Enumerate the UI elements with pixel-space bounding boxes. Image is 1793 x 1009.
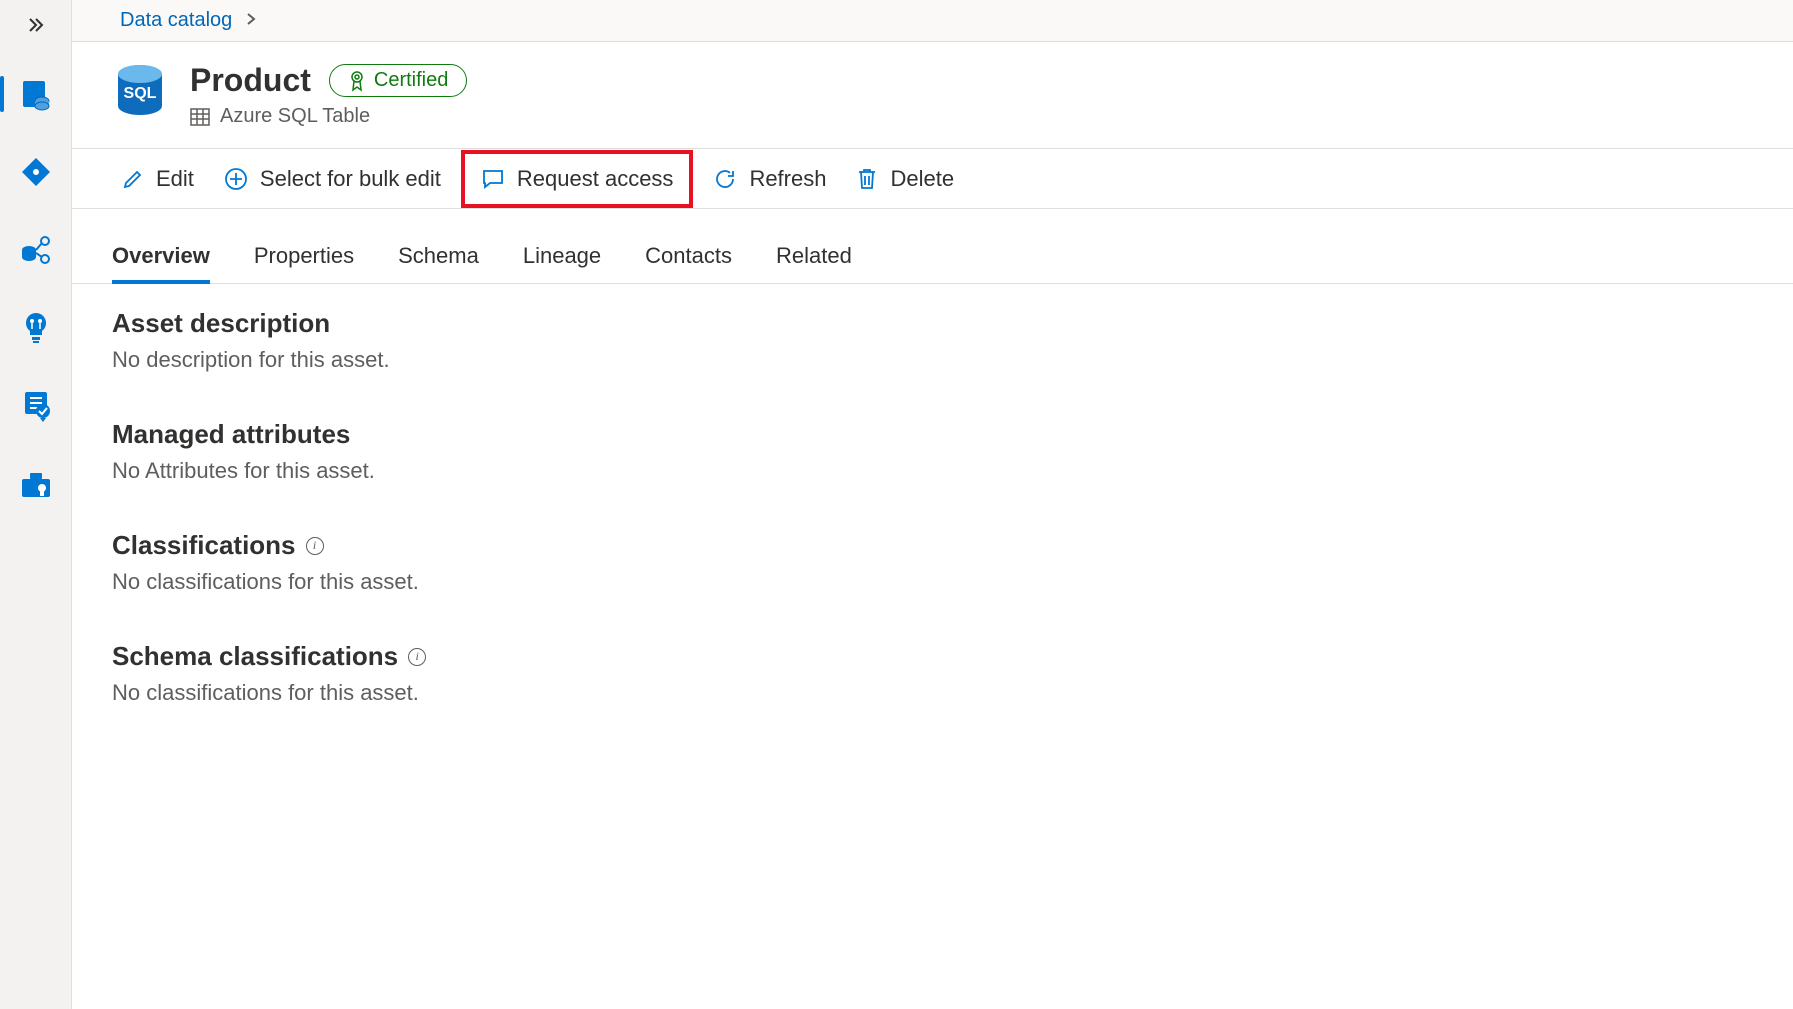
- request-access-button[interactable]: Request access: [471, 156, 684, 202]
- left-nav-rail: [0, 0, 72, 1009]
- tab-related[interactable]: Related: [776, 229, 852, 283]
- nav-management[interactable]: [12, 460, 60, 508]
- tab-properties[interactable]: Properties: [254, 229, 354, 283]
- select-bulk-edit-button[interactable]: Select for bulk edit: [214, 156, 451, 202]
- section-heading: Asset description: [112, 308, 1753, 339]
- asset-type-icon: SQL: [112, 62, 168, 118]
- section-heading: Schema classifications i: [112, 641, 1753, 672]
- nav-insights[interactable]: [12, 304, 60, 352]
- sources-icon: [19, 155, 53, 189]
- chevron-double-right-icon: [26, 15, 46, 35]
- section-heading: Managed attributes: [112, 419, 1753, 450]
- management-icon: [20, 469, 52, 499]
- breadcrumb: Data catalog: [72, 0, 1793, 42]
- request-access-highlight: Request access: [461, 150, 694, 208]
- info-icon[interactable]: i: [306, 537, 324, 555]
- section-body: No classifications for this asset.: [112, 680, 1753, 706]
- section-managed-attributes: Managed attributes No Attributes for thi…: [112, 419, 1753, 484]
- delete-button[interactable]: Delete: [846, 156, 964, 202]
- info-icon[interactable]: i: [408, 648, 426, 666]
- nav-sources[interactable]: [12, 148, 60, 196]
- table-icon: [190, 108, 210, 126]
- section-body: No Attributes for this asset.: [112, 458, 1753, 484]
- tab-overview[interactable]: Overview: [112, 229, 210, 283]
- tab-schema[interactable]: Schema: [398, 229, 479, 283]
- edit-button[interactable]: Edit: [112, 156, 204, 202]
- expand-rail-button[interactable]: [12, 10, 60, 40]
- pencil-icon: [122, 168, 144, 190]
- tab-lineage[interactable]: Lineage: [523, 229, 601, 283]
- chevron-right-icon: [244, 9, 258, 32]
- map-icon: [19, 233, 53, 267]
- insights-icon: [21, 311, 51, 345]
- command-toolbar: Edit Select for bulk edit Request access…: [72, 149, 1793, 209]
- policy-icon: [21, 389, 51, 423]
- tab-contacts[interactable]: Contacts: [645, 229, 732, 283]
- comment-icon: [481, 167, 505, 191]
- section-body: No classifications for this asset.: [112, 569, 1753, 595]
- detail-tabs: Overview Properties Schema Lineage Conta…: [72, 229, 1793, 284]
- section-body: No description for this asset.: [112, 347, 1753, 373]
- asset-subtype: Azure SQL Table: [220, 105, 370, 128]
- refresh-button[interactable]: Refresh: [703, 156, 836, 202]
- certified-badge-label: Certified: [374, 69, 448, 92]
- svg-text:SQL: SQL: [124, 85, 157, 102]
- trash-icon: [856, 167, 878, 191]
- plus-circle-icon: [224, 167, 248, 191]
- nav-policy[interactable]: [12, 382, 60, 430]
- asset-header: SQL Product Certified Azure SQL Table: [72, 42, 1793, 149]
- nav-data-map[interactable]: [12, 226, 60, 274]
- nav-data-catalog[interactable]: [12, 70, 60, 118]
- section-heading: Classifications i: [112, 530, 1753, 561]
- overview-content: Asset description No description for thi…: [72, 284, 1793, 766]
- certified-badge: Certified: [329, 64, 467, 97]
- section-classifications: Classifications i No classifications for…: [112, 530, 1753, 595]
- main-panel: Data catalog SQL Product Certified: [72, 0, 1793, 1009]
- asset-title: Product: [190, 62, 311, 99]
- breadcrumb-root-link[interactable]: Data catalog: [120, 9, 232, 32]
- refresh-icon: [713, 167, 737, 191]
- section-schema-classifications: Schema classifications i No classificati…: [112, 641, 1753, 706]
- catalog-icon: [19, 77, 53, 111]
- ribbon-icon: [348, 70, 366, 92]
- section-asset-description: Asset description No description for thi…: [112, 308, 1753, 373]
